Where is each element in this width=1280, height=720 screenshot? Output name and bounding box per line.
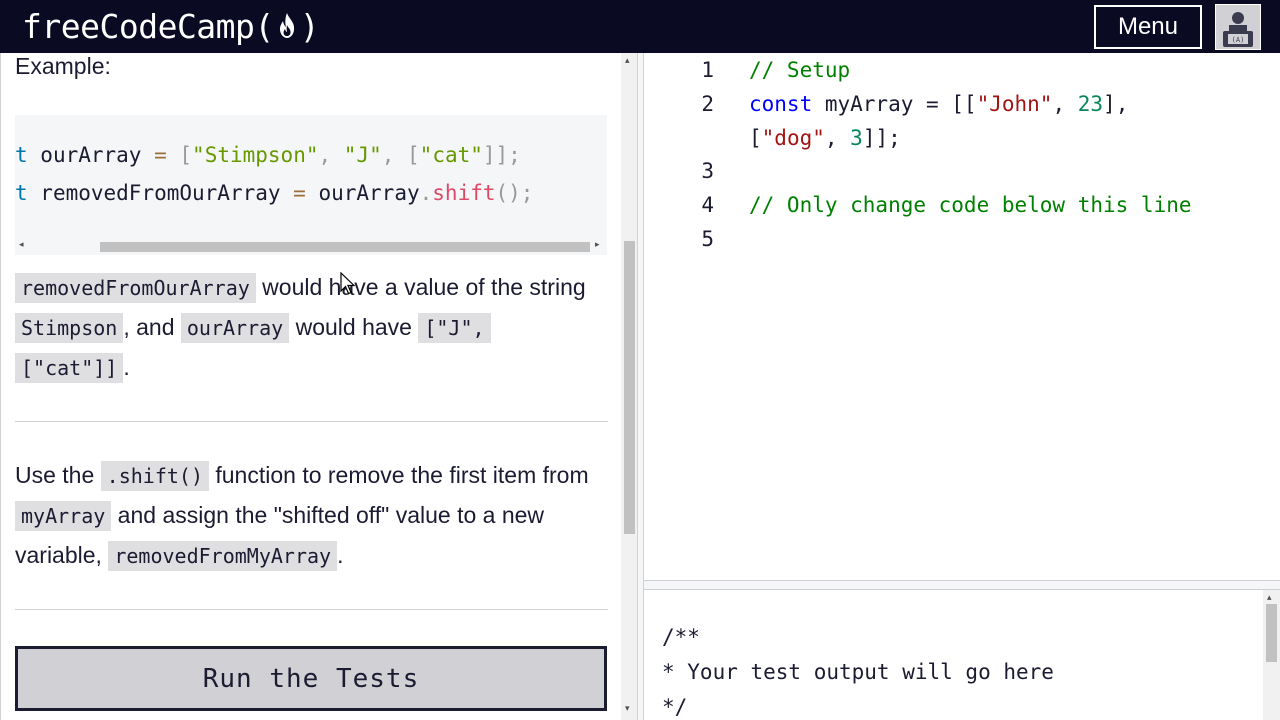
editor-line-1[interactable]: // Setup — [749, 58, 850, 82]
inline-code: myArray — [15, 501, 112, 531]
code-token: 3 — [850, 126, 863, 150]
editor-line-2[interactable]: const myArray = [["John", 23], — [749, 92, 1128, 116]
inline-code: removedFromOurArray — [15, 273, 256, 303]
code-token: ourArray — [40, 143, 155, 167]
explanation-paragraph: removedFromOurArray would have a value o… — [15, 268, 611, 388]
line-number: 5 — [701, 227, 714, 251]
code-token: t — [15, 143, 41, 167]
top-nav: freeCodeCamp( ) Menu (A) — [0, 0, 1280, 53]
editor-resize-handle[interactable] — [644, 580, 1280, 590]
code-token: const — [749, 92, 813, 116]
example-code-block: t ourArray = ["Stimpson", "J", ["cat"]];… — [15, 115, 607, 255]
svg-text:(A): (A) — [1232, 36, 1245, 44]
code-token: "Stimpson" — [192, 143, 319, 167]
section-divider — [15, 421, 608, 422]
pane-resize-handle[interactable] — [637, 53, 644, 720]
code-token: ]]; — [862, 126, 901, 150]
code-horizontal-scrollbar[interactable]: ◂ ▸ — [15, 239, 607, 253]
line-number: 3 — [701, 159, 714, 183]
paragraph-text: would have a value of the string — [255, 274, 586, 300]
code-token: , — [381, 143, 408, 167]
editor-line-2-wrap[interactable]: ["dog", 3]]; — [749, 126, 901, 150]
code-editor[interactable]: 1 2 3 4 5 // Setup const myArray = [["Jo… — [644, 53, 1280, 580]
example-code-line-1: t ourArray = ["Stimpson", "J", ["cat"]]; — [15, 143, 521, 167]
line-number: 1 — [701, 58, 714, 82]
output-line: /** — [662, 625, 700, 649]
output-line: * Your test output will go here — [662, 660, 1054, 684]
scrollbar-thumb[interactable] — [624, 241, 635, 534]
mouse-pointer-icon — [340, 272, 356, 295]
code-token: t — [15, 181, 41, 205]
inline-code: removedFromMyArray — [108, 541, 338, 571]
code-token: "dog" — [761, 126, 825, 150]
instructions-vertical-scrollbar[interactable]: ▴ ▾ — [621, 53, 637, 720]
avatar-figure-icon: (A) — [1223, 12, 1253, 47]
code-token: ], — [1103, 92, 1129, 116]
menu-button[interactable]: Menu — [1094, 5, 1202, 49]
paragraph-text: . — [123, 354, 130, 380]
code-token: [ — [749, 126, 762, 150]
scroll-right-icon[interactable]: ▸ — [595, 239, 600, 250]
inline-code: ["cat"]] — [15, 353, 124, 383]
code-token: myArray = [[ — [812, 92, 977, 116]
code-token: ourArray — [318, 181, 420, 205]
code-token: 23 — [1077, 92, 1104, 116]
code-token: ]]; — [482, 143, 521, 167]
scroll-left-icon[interactable]: ◂ — [19, 239, 24, 250]
code-token: = — [293, 181, 319, 205]
logo-text-start: freeCodeCamp( — [22, 6, 274, 46]
line-number: 2 — [701, 92, 714, 116]
code-token: "cat" — [419, 143, 483, 167]
code-token: "John" — [976, 92, 1053, 116]
output-vertical-scrollbar[interactable]: ▴ — [1263, 590, 1280, 720]
code-token: , — [824, 126, 851, 150]
code-token: "J" — [343, 143, 382, 167]
example-code-line-2: t removedFromOurArray = ourArray.shift()… — [15, 181, 533, 205]
scrollbar-thumb[interactable] — [100, 242, 590, 252]
code-token: [ — [179, 143, 193, 167]
paragraph-text: Use the — [15, 462, 101, 488]
code-token: = — [154, 143, 180, 167]
code-token: . — [419, 181, 433, 205]
instructions-pane: Example: t ourArray = ["Stimpson", "J", … — [0, 53, 637, 720]
code-token: , — [1052, 92, 1078, 116]
test-output-panel: /** * Your test output will go here */ ▴ — [644, 590, 1280, 720]
paragraph-text: would have — [289, 314, 419, 340]
code-token: shift — [432, 181, 496, 205]
code-token: , — [318, 143, 344, 167]
paragraph-text: function to remove the first item from — [208, 462, 589, 488]
code-token: (); — [495, 181, 534, 205]
section-divider — [15, 609, 608, 610]
logo-text-end: ) — [299, 6, 320, 46]
run-tests-button[interactable]: Run the Tests — [15, 646, 607, 711]
fcc-logo[interactable]: freeCodeCamp( ) — [22, 5, 320, 47]
scroll-up-icon[interactable]: ▴ — [625, 55, 630, 66]
code-token: removedFromOurArray — [40, 181, 294, 205]
paragraph-text: , and — [123, 314, 181, 340]
inline-code: .shift() — [100, 461, 209, 491]
user-avatar-icon[interactable]: (A) — [1215, 4, 1261, 50]
inline-code: ourArray — [180, 313, 290, 343]
line-number: 4 — [701, 193, 714, 217]
example-label: Example: — [15, 53, 111, 79]
paragraph-text: . — [337, 542, 344, 568]
scrollbar-thumb[interactable] — [1266, 604, 1277, 662]
inline-code: ["J", — [418, 313, 491, 343]
scroll-down-icon[interactable]: ▾ — [625, 703, 630, 714]
scroll-up-icon[interactable]: ▴ — [1267, 592, 1272, 603]
flame-icon — [279, 13, 294, 38]
task-paragraph: Use the .shift() function to remove the … — [15, 456, 611, 576]
code-token: [ — [407, 143, 420, 167]
editor-line-4[interactable]: // Only change code below this line — [749, 193, 1192, 217]
inline-code: Stimpson — [15, 313, 124, 343]
output-line: */ — [662, 695, 688, 719]
